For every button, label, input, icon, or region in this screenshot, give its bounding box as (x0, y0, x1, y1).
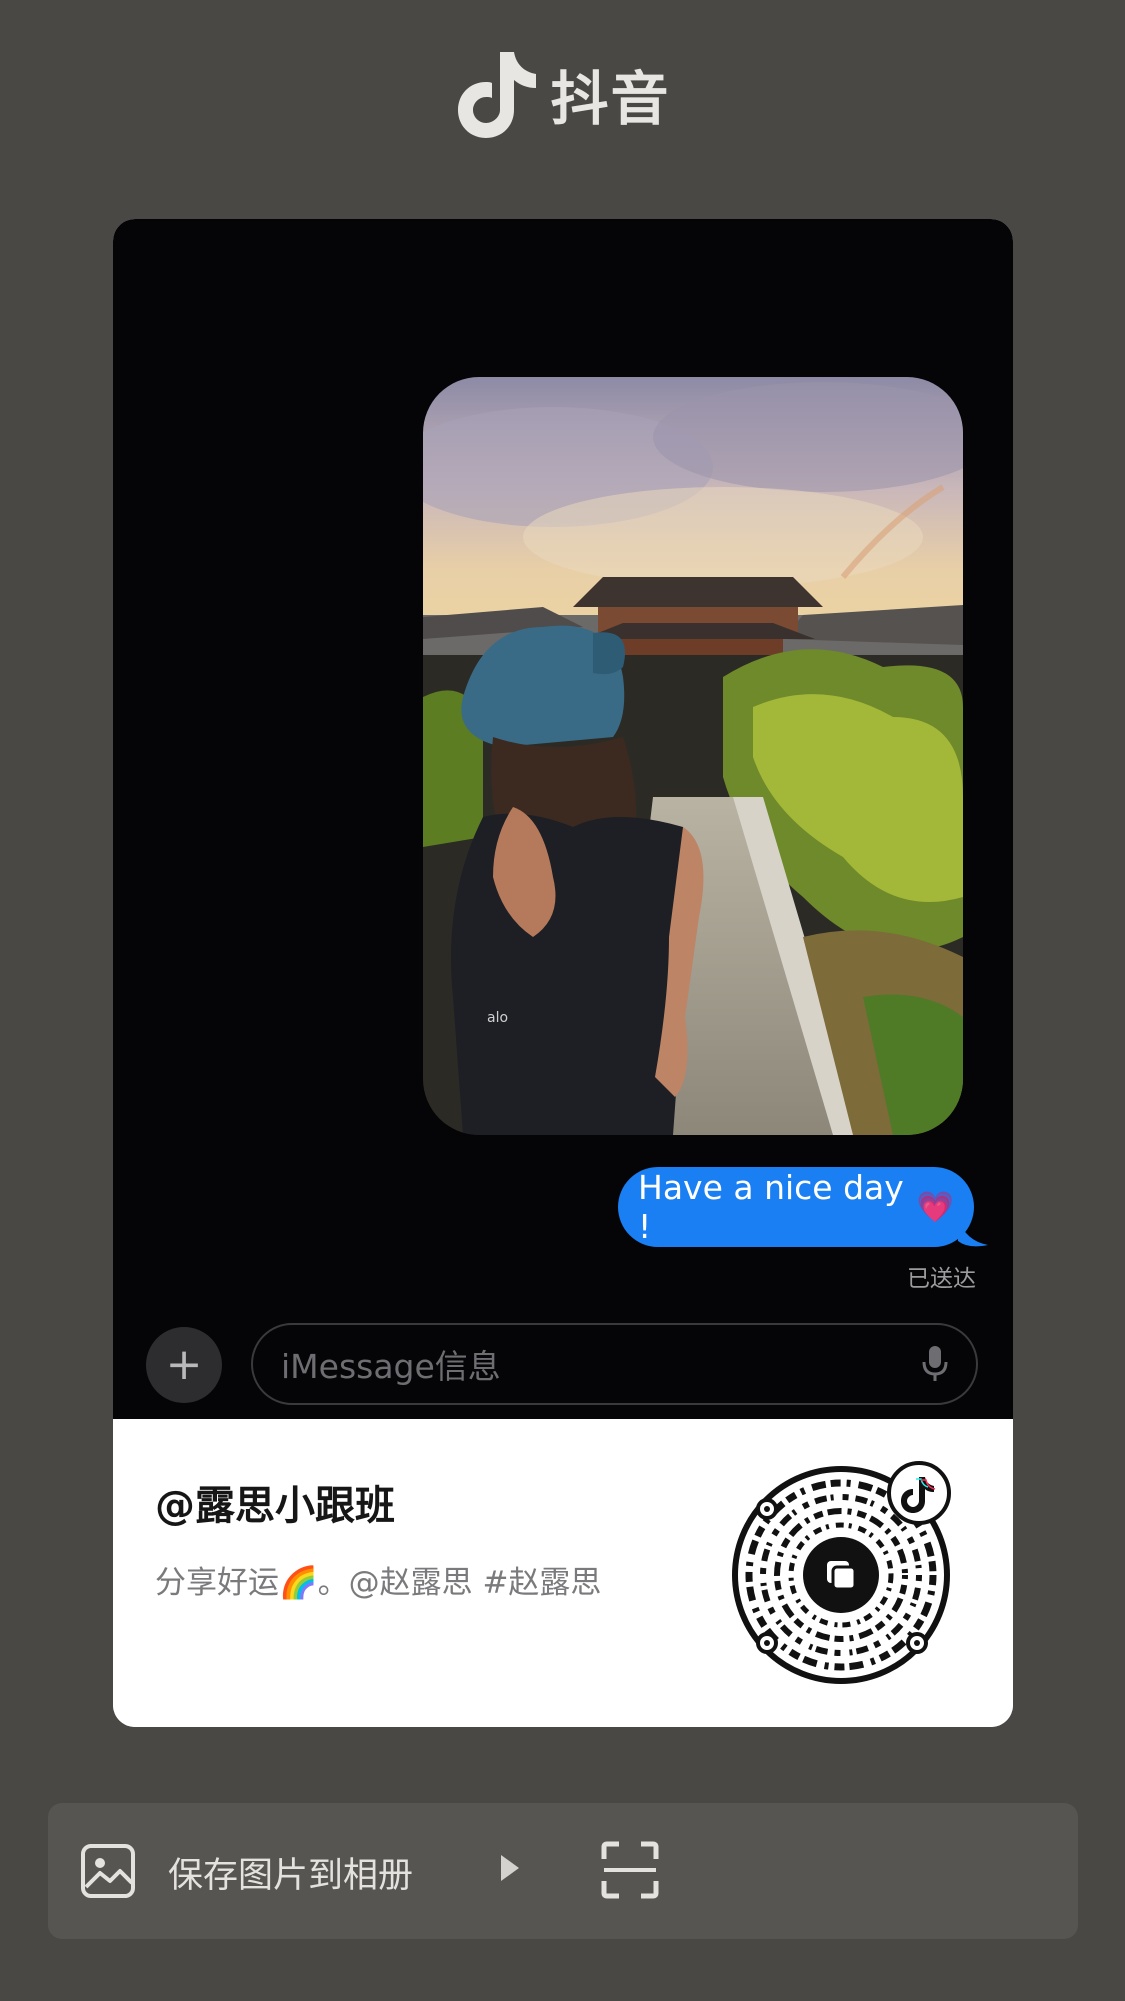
douyin-note-icon (454, 48, 537, 140)
imessage-input[interactable]: iMessage信息 (251, 1323, 978, 1405)
image-icon[interactable] (80, 1843, 136, 1899)
play-triangle-icon[interactable] (498, 1853, 522, 1883)
scan-icon[interactable] (601, 1841, 659, 1899)
author-handle[interactable]: @露思小跟班 (155, 1473, 395, 1531)
card-footer: @露思小跟班 分享好运🌈。@赵露思 #赵露思 (113, 1419, 1013, 1727)
svg-text:alo: alo (487, 1010, 508, 1026)
post-caption: 分享好运🌈。@赵露思 #赵露思 (155, 1565, 602, 1601)
heart-emoji: 💗 (916, 1189, 954, 1225)
message-screenshot: alo Have a nice day ! 💗 已送达 + iMessage信息 (113, 219, 1013, 1419)
delivered-status: 已送达 (907, 1266, 976, 1292)
photo-message: alo (423, 377, 963, 1135)
share-card[interactable]: alo Have a nice day ! 💗 已送达 + iMessage信息 (113, 219, 1013, 1727)
app-logo: 抖音 (0, 44, 1125, 144)
message-bubble[interactable]: Have a nice day ! 💗 (618, 1167, 974, 1247)
microphone-icon[interactable] (922, 1344, 948, 1384)
save-to-album-button[interactable]: 保存图片到相册 (168, 1847, 413, 1898)
add-attachment-button[interactable]: + (146, 1327, 222, 1403)
input-placeholder: iMessage信息 (281, 1347, 501, 1386)
bubble-tail (958, 1219, 988, 1247)
share-screen: 抖音 alo Have a nice day ! 💗 已送达 + iMessag… (0, 0, 1125, 2001)
plus-icon: + (165, 1339, 203, 1390)
app-name: 抖音 (550, 65, 671, 133)
qr-code (732, 1461, 951, 1684)
action-bar: 保存图片到相册 (48, 1803, 1078, 1939)
message-text: Have a nice day ! (638, 1168, 904, 1246)
